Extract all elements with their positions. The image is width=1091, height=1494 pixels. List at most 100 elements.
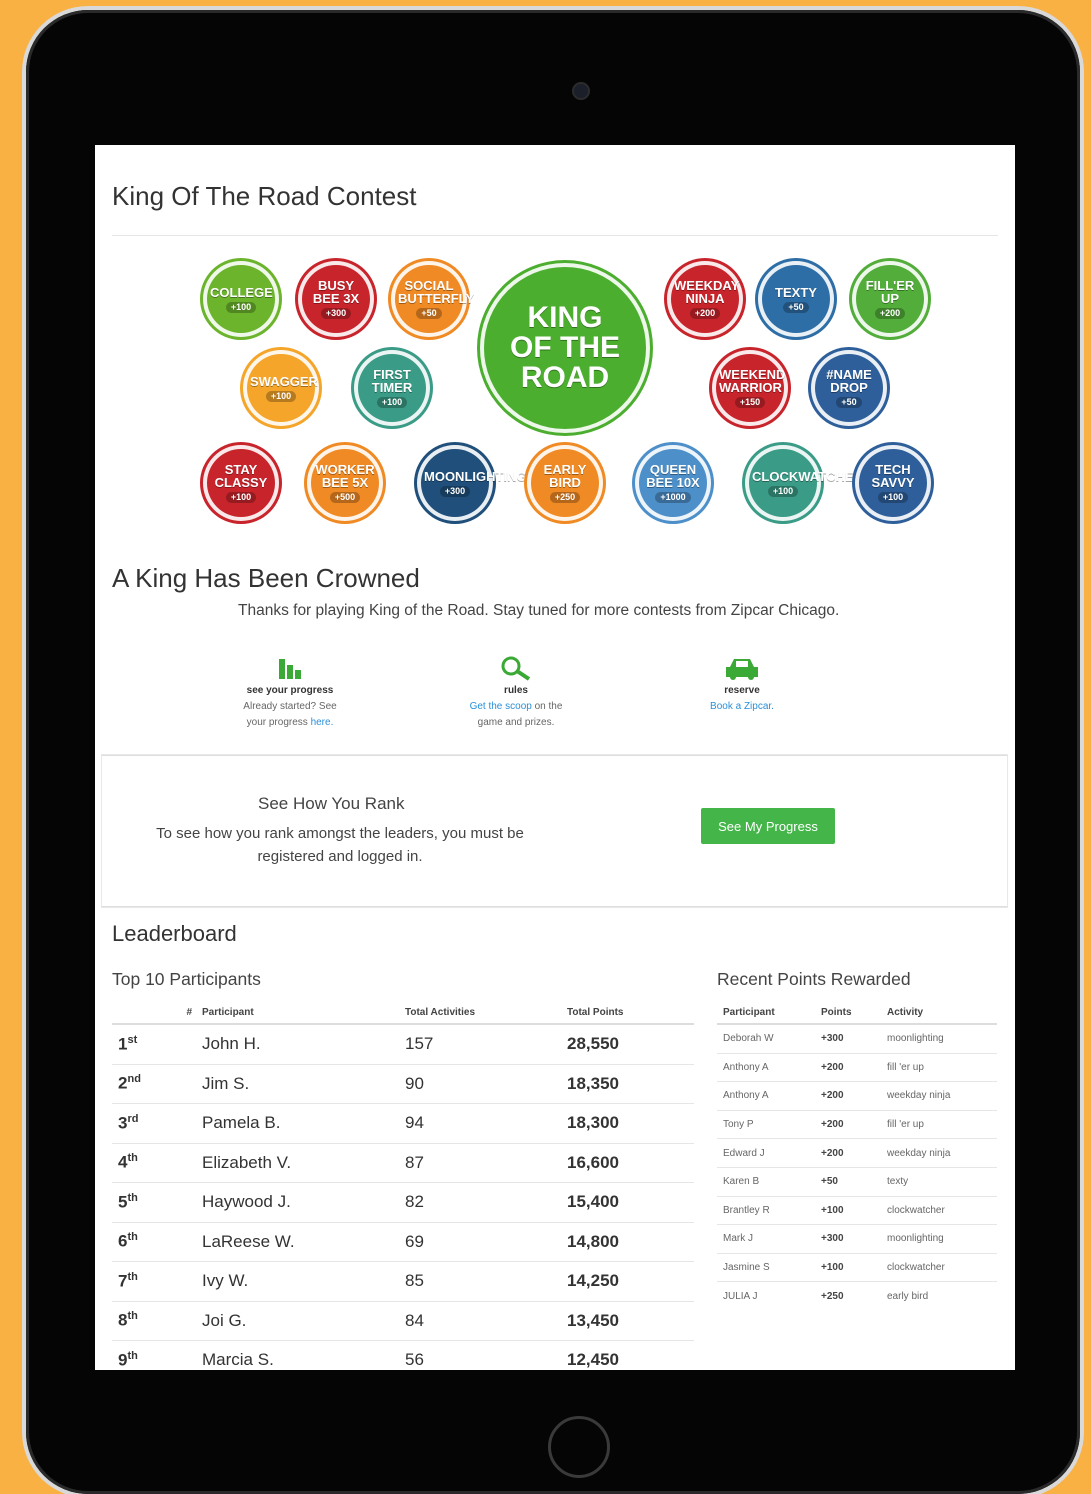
activities-cell: 69 [405,1221,567,1262]
recent-points-title: Recent Points Rewarded [717,969,911,989]
activities-cell: 90 [405,1063,567,1104]
badge-label: FILL'ER UP [865,278,915,306]
badge-label: BUSY BEE 3X [312,278,360,306]
participant-cell: Elizabeth V. [202,1142,405,1183]
badge-label: COLLEGE [210,284,273,300]
badge-points: +50 [416,308,442,319]
activity-cell: moonlighting [881,1224,997,1254]
points-cell: 14,250 [567,1261,694,1301]
points-cell: +200 [815,1138,881,1168]
points-cell: 28,550 [567,1023,694,1064]
feature-title: see your progress [246,685,334,696]
col-activity: Activity [881,1001,997,1025]
points-cell: 13,450 [567,1300,694,1341]
participant-cell: Mark J [717,1224,815,1254]
activities-cell: 94 [405,1103,567,1143]
activity-cell: clockwatcher [881,1195,997,1225]
activities-cell: 84 [405,1300,567,1341]
badge-points: +200 [689,308,721,319]
feature-progress: see your progress Already started? See y… [220,655,360,731]
badge-first-timer: FIRST TIMER +100 [354,350,430,426]
table-row: 8th Joi G. 84 13,450 [112,1300,694,1341]
badge-label: #NAME DROP [826,367,872,395]
participant-cell: Haywood J. [202,1182,405,1222]
table-row: 7th Ivy W. 85 14,250 [112,1261,694,1301]
rank-text: To see how you rank amongst the leaders,… [156,825,524,865]
badge-label: KING OF THE ROAD [510,301,620,394]
camera-icon [572,82,590,100]
participant-cell: Pamela B. [202,1103,405,1143]
participant-cell: Deborah W [717,1023,815,1054]
points-cell: +200 [815,1081,881,1111]
points-cell: +100 [815,1252,881,1282]
rank-cell: 3rd [112,1103,202,1143]
badge-points: +100 [376,397,408,408]
badge-college: COLLEGE +100 [203,261,279,337]
home-button[interactable] [548,1416,610,1478]
feature-reserve: reserve Book a Zipcar. [672,655,812,715]
points-cell: +300 [815,1224,881,1254]
badge-points: +50 [783,301,809,313]
table-row: Brantley R +100 clockwatcher [717,1195,997,1225]
recent-points-table: Participant Points Activity Deborah W +30… [717,1001,997,1310]
participant-cell: Tony P [717,1109,815,1139]
badge-label: TECH SAVVY [871,462,915,490]
rank-title: See How You Rank [258,794,405,813]
badge-worker-bee-5x: WORKER BEE 5X +500 [307,445,383,521]
badge-fill-er-up: FILL'ER UP +200 [852,261,928,337]
col-activities: Total Activities [405,1001,567,1025]
badge-label: STAY CLASSY [214,462,268,490]
activities-cell: 56 [405,1340,567,1370]
feature-rules: rules Get the scoop on the game and priz… [446,655,586,731]
table-row: 4th Elizabeth V. 87 16,600 [112,1142,694,1183]
divider [112,235,998,236]
badge-points: +250 [549,492,581,503]
feature-title: rules [504,685,528,696]
table-row: Mark J +300 moonlighting [717,1224,997,1254]
badge-points: +1000 [655,492,691,503]
crowned-heading: A King Has Been Crowned [112,563,420,593]
points-cell: +200 [815,1052,881,1082]
table-row: Edward J +200 weekday ninja [717,1138,997,1168]
badge-swagger: SWAGGER +100 [243,350,319,426]
participant-cell: Jasmine S [717,1252,815,1282]
participant-cell: JULIA J [717,1281,815,1310]
col-participant: Participant [717,1001,815,1025]
feature-text: on the [531,701,563,712]
feature-text: game and prizes. [477,717,555,728]
see-my-progress-button[interactable]: See My Progress [701,808,835,844]
rank-cell: 5th [112,1182,202,1222]
magnifier-icon [446,655,586,683]
badge-label: MOONLIGHTING [424,468,527,484]
activities-cell: 82 [405,1182,567,1222]
rank-cell: 2nd [112,1063,202,1104]
activities-cell: 85 [405,1261,567,1301]
badge-early-bird: EARLY BIRD +250 [527,445,603,521]
table-row: Anthony A +200 weekday ninja [717,1081,997,1111]
badge-social-butterfly: SOCIAL BUTTERFLY +50 [391,261,474,337]
activity-cell: texty [881,1166,997,1197]
reserve-link[interactable]: Book a Zipcar. [710,701,774,712]
progress-link[interactable]: here. [311,717,334,728]
table-row: Karen B +50 texty [717,1166,997,1197]
badge-label: FIRST TIMER [371,367,413,395]
table-row: 1st John H. 157 28,550 [112,1023,694,1064]
participant-cell: Brantley R [717,1195,815,1225]
activity-cell: fill 'er up [881,1109,997,1139]
badge-clockwatcher: CLOCKWATCHER +100 [745,445,863,521]
col-points: Total Points [567,1001,694,1025]
participant-cell: Ivy W. [202,1261,405,1301]
table-row: Tony P +200 fill 'er up [717,1109,997,1139]
badge-name-drop: #NAME DROP +50 [811,350,887,426]
badge-stay-classy: STAY CLASSY +100 [203,445,279,521]
badge-points: +50 [836,397,862,408]
badge-points: +100 [265,390,297,402]
rules-link[interactable]: Get the scoop [470,701,532,712]
badge-weekday-ninja: WEEKDAY NINJA +200 [667,261,743,337]
badge-busy-bee-3x: BUSY BEE 3X +300 [298,261,374,337]
points-cell: 18,350 [567,1063,694,1104]
rank-cell: 7th [112,1261,202,1301]
activity-cell: weekday ninja [881,1081,997,1111]
badge-label: QUEEN BEE 10X [646,462,700,490]
bar-chart-icon [220,655,360,683]
